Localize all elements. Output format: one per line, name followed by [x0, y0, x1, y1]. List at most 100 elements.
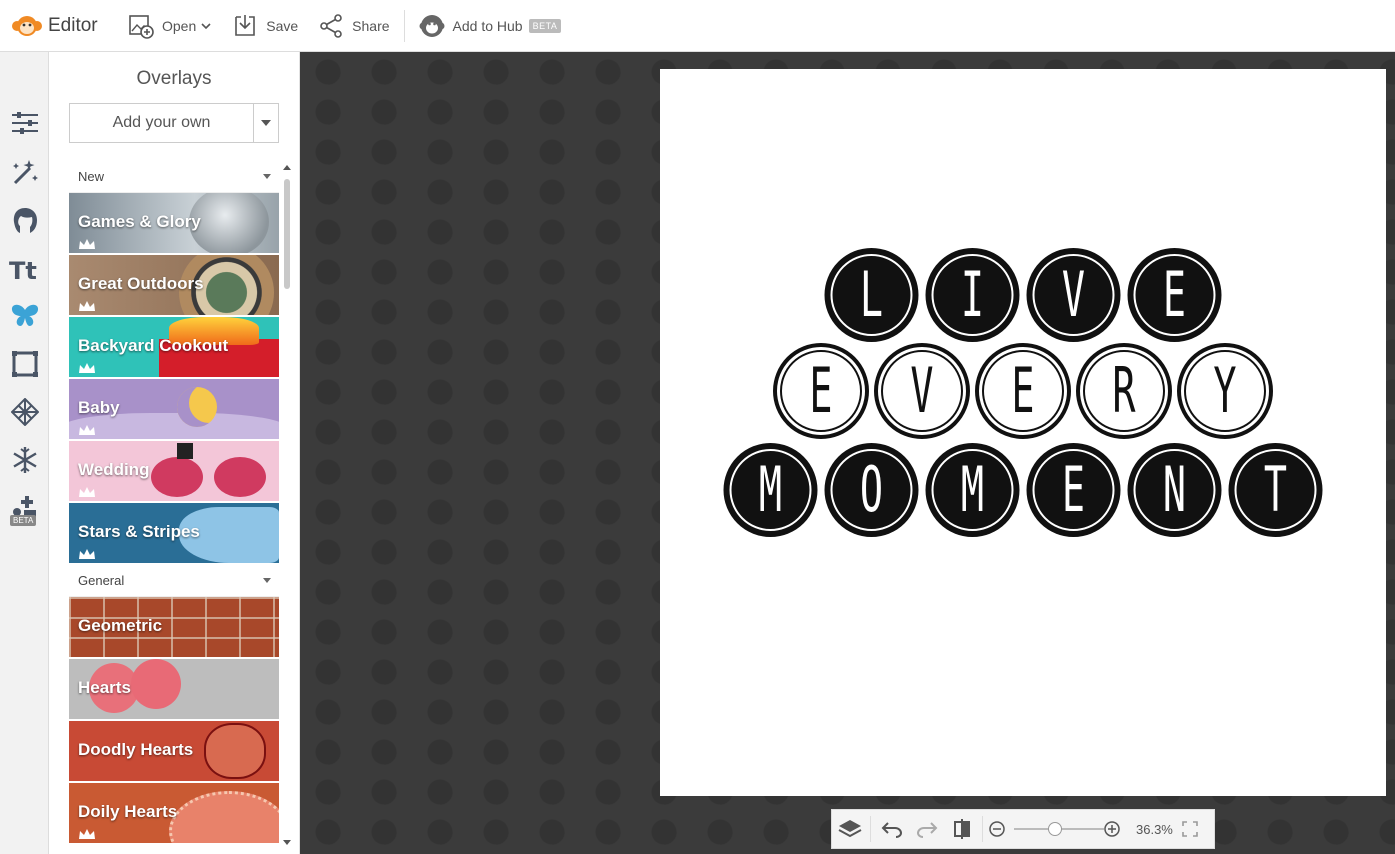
typewriter-key-e: E	[1026, 443, 1121, 537]
section-header-general[interactable]: General	[69, 565, 279, 597]
overlay-tile-baby[interactable]: Baby	[69, 379, 279, 439]
typewriter-key-letter: E	[1163, 260, 1186, 332]
typewriter-key-letter: T	[1264, 455, 1287, 527]
panel-title: Overlays	[136, 68, 212, 89]
crown-icon	[79, 829, 95, 839]
caret-down-icon	[261, 120, 271, 126]
save-button[interactable]: Save	[222, 0, 308, 52]
rail-textures[interactable]	[0, 388, 49, 436]
butterfly-icon	[11, 304, 38, 326]
zoom-slider[interactable]	[1008, 809, 1104, 849]
overlay-tile-stars-stripes[interactable]: Stars & Stripes	[69, 503, 279, 563]
overlay-tile-games-glory[interactable]: Games & Glory	[69, 193, 279, 253]
share-label: Share	[352, 17, 390, 34]
tile-label: Geometric	[78, 616, 163, 635]
add-your-own-button[interactable]: Add your own	[70, 104, 254, 142]
redo-icon	[916, 822, 937, 838]
typewriter-key-l: L	[824, 248, 919, 342]
beta-badge: BETA	[528, 18, 562, 33]
open-button[interactable]: Open	[118, 0, 222, 52]
rail-touch-up[interactable]	[0, 196, 49, 244]
overlay-tile-doodly-hearts[interactable]: Doodly Hearts	[69, 721, 279, 781]
rail-seasonal[interactable]	[0, 436, 49, 484]
artboard[interactable]: LIVEEVERYMOMENT	[660, 69, 1386, 796]
open-label: Open	[162, 17, 197, 34]
rail-edit-tools[interactable]	[0, 99, 49, 147]
overlay-tile-doily-hearts[interactable]: Doily Hearts	[69, 783, 279, 843]
overlay-tile-hearts[interactable]: Hearts	[69, 659, 279, 719]
overlay-tile-great-outdoors[interactable]: Great Outdoors	[69, 255, 279, 315]
zoom-out-button[interactable]	[986, 809, 1008, 849]
doily-shape	[169, 791, 279, 843]
typewriter-key-letter: E	[1062, 455, 1085, 527]
scroll-up-icon	[283, 165, 291, 170]
tile-label: Doodly Hearts	[78, 740, 194, 759]
crown-icon	[79, 363, 95, 373]
add-your-own-dropdown[interactable]	[254, 104, 278, 142]
zoom-out-icon	[989, 821, 1005, 837]
overlay-category-list: New Games & Glory Great Outdoors Backyar…	[69, 161, 279, 851]
typewriter-key-e: E	[975, 343, 1071, 439]
tile-label: Stars & Stripes	[78, 522, 200, 541]
caret-down-icon	[263, 578, 271, 583]
add-to-hub-label: Add to Hub	[452, 17, 523, 34]
top-toolbar: Editor Open Save Share Add to Hub BETA	[0, 0, 1395, 52]
heart-candy-shape	[131, 659, 181, 709]
typewriter-key-e: E	[773, 343, 869, 439]
compare-icon	[953, 819, 970, 839]
open-image-icon	[129, 14, 154, 39]
typewriter-key-r: R	[1076, 343, 1172, 439]
rail-overlays[interactable]	[0, 292, 49, 340]
typewriter-key-artwork: L I V EE V E R YM O M E N T	[723, 248, 1323, 537]
crown-icon	[79, 425, 95, 435]
save-label: Save	[266, 17, 299, 34]
undo-button[interactable]	[874, 809, 909, 849]
layers-button[interactable]	[832, 809, 867, 849]
typewriter-key-y: Y	[1177, 343, 1273, 439]
zoom-knob[interactable]	[1047, 822, 1062, 836]
add-to-hub-button[interactable]: Add to Hub BETA	[409, 0, 572, 52]
divider	[870, 816, 871, 842]
scroll-down-icon	[283, 840, 291, 845]
rail-beta-badge: BETA	[10, 515, 37, 526]
add-your-own-split-button: Add your own	[69, 103, 279, 143]
tile-label: Games & Glory	[78, 212, 201, 231]
face-icon	[13, 208, 37, 233]
overlay-tile-wedding[interactable]: Wedding	[69, 441, 279, 501]
typewriter-key-v: V	[874, 343, 970, 439]
caret-down-icon	[263, 174, 271, 179]
zoom-value: 36.3%	[1136, 821, 1173, 837]
scroll-thumb[interactable]	[284, 179, 290, 289]
typewriter-key-letter: V	[910, 356, 933, 428]
rail-frames[interactable]	[0, 340, 49, 388]
chevron-down-icon	[201, 22, 211, 29]
section-label: General	[78, 573, 125, 588]
redo-button[interactable]	[909, 809, 944, 849]
overlay-tile-backyard-cookout[interactable]: Backyard Cookout	[69, 317, 279, 377]
sliders-icon	[11, 112, 38, 134]
tile-label: Wedding	[78, 460, 150, 479]
frame-icon	[11, 351, 38, 377]
typewriter-key-letter: V	[1062, 260, 1085, 332]
undo-icon	[881, 822, 902, 838]
compare-button[interactable]	[944, 809, 979, 849]
bird-right-shape	[214, 457, 266, 497]
typewriter-key-e: E	[1127, 248, 1222, 342]
panel-scrollbar[interactable]	[282, 163, 292, 847]
rail-effects[interactable]	[0, 148, 49, 196]
fullscreen-button[interactable]	[1176, 809, 1204, 849]
typewriter-key-letter: E	[1011, 356, 1034, 428]
rail-text[interactable]: Tt	[0, 246, 49, 294]
section-header-new[interactable]: New	[69, 161, 279, 193]
typewriter-key-n: N	[1127, 443, 1222, 537]
bird-left-shape	[151, 457, 203, 497]
overlay-tile-geometric[interactable]: Geometric	[69, 597, 279, 657]
zoom-toolbar: 36.3%	[831, 809, 1215, 849]
magic-wand-icon	[12, 160, 38, 185]
typewriter-key-letter: O	[860, 455, 883, 527]
top-hat-shape	[177, 443, 193, 459]
tile-label: Backyard Cookout	[78, 336, 229, 355]
share-button[interactable]: Share	[308, 0, 399, 52]
crown-icon	[79, 239, 95, 249]
tile-label: Doily Hearts	[78, 802, 178, 821]
